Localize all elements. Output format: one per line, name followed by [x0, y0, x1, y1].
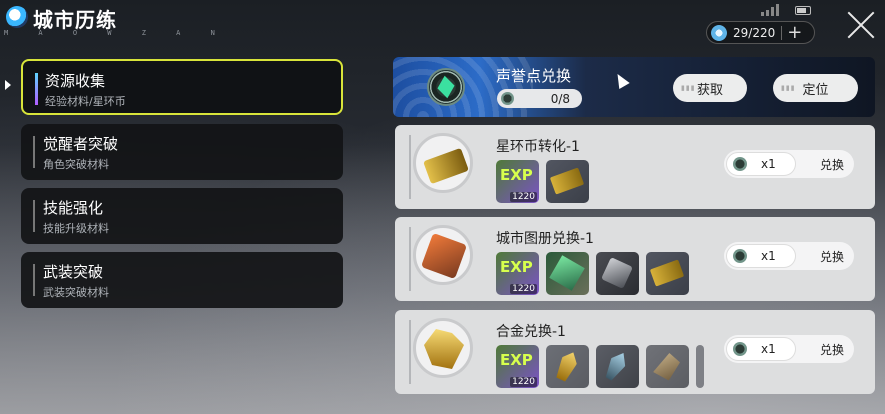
exchange-control: x1 兑换 — [724, 150, 854, 178]
reward-list: 1220 — [496, 252, 689, 295]
reputation-token-icon — [733, 342, 747, 356]
dash-decoration-icon: ▮▮▮ — [681, 84, 696, 92]
add-currency-button[interactable]: + — [787, 23, 802, 42]
exchange-button[interactable]: 兑换 — [820, 248, 844, 265]
sidebar-item-resource[interactable]: 资源收集 经验材料/星环币 — [21, 59, 343, 115]
sidebar-item-label: 技能强化 — [43, 199, 104, 217]
card-divider — [409, 320, 411, 384]
sidebar-item-desc: 技能升级材料 — [43, 222, 109, 235]
tab-indicator — [33, 136, 35, 168]
sidebar-item-armament[interactable]: 武装突破 武装突破材料 — [21, 252, 343, 308]
get-button-label: 获取 — [696, 82, 723, 98]
dark-item-icon[interactable] — [596, 252, 639, 295]
sidebar-item-label: 资源收集 — [45, 72, 106, 90]
exchange-card: 城市图册兑换-1 1220 x1 兑换 — [395, 217, 875, 301]
close-icon[interactable] — [846, 10, 876, 40]
ticket-item-icon[interactable] — [546, 160, 589, 203]
item-frame — [413, 318, 473, 378]
sidebar-item-desc: 角色突破材料 — [43, 158, 109, 171]
locate-button[interactable]: ▮▮▮ 定位 — [773, 74, 858, 102]
battery-icon — [795, 6, 811, 15]
tab-indicator — [33, 200, 35, 232]
exchange-control: x1 兑换 — [724, 335, 854, 363]
map-item-icon[interactable] — [546, 252, 589, 295]
reputation-token-icon — [501, 92, 514, 105]
crystal-coin-icon — [711, 24, 727, 41]
banner-title: 声誉点兑换 — [496, 67, 572, 85]
item-frame — [413, 133, 473, 193]
reputation-count: 0/8 — [497, 89, 582, 108]
item-frame — [413, 225, 473, 285]
cost-box: x1 — [726, 152, 796, 176]
card-title: 星环币转化-1 — [496, 139, 580, 155]
alloy-icon — [424, 329, 464, 369]
exp-item-icon[interactable]: 1220 — [496, 252, 539, 295]
exchange-button[interactable]: 兑换 — [820, 341, 844, 358]
item-quantity: 1220 — [510, 284, 537, 294]
reputation-count-value: 0/8 — [550, 91, 570, 106]
dash-decoration-icon: ▮▮▮ — [781, 84, 796, 92]
page-subtitle: M A O W Z A N — [4, 29, 228, 37]
locate-button-label: 定位 — [802, 82, 829, 98]
more-items-icon[interactable] — [696, 345, 704, 388]
reputation-token-icon — [733, 157, 747, 171]
sidebar-item-label: 武装突破 — [43, 263, 104, 281]
exchange-card: 合金兑换-1 1220 x1 兑换 — [395, 310, 875, 394]
reputation-token-icon — [427, 68, 465, 106]
sidebar-item-skill[interactable]: 技能强化 技能升级材料 — [21, 188, 343, 244]
exp-item-icon[interactable]: 1220 — [496, 345, 539, 388]
cost-value: x1 — [761, 249, 776, 263]
card-divider — [409, 135, 411, 199]
exchange-control: x1 兑换 — [724, 242, 854, 270]
ticket-item-icon[interactable] — [646, 252, 689, 295]
item-quantity: 1220 — [510, 377, 537, 387]
get-button[interactable]: ▮▮▮ 获取 — [673, 74, 747, 102]
signal-icon — [761, 4, 779, 16]
sidebar-item-label: 觉醒者突破 — [43, 135, 119, 153]
exp-item-icon[interactable]: 1220 — [496, 160, 539, 203]
reputation-token-icon — [733, 249, 747, 263]
sidebar-item-awakener[interactable]: 觉醒者突破 角色突破材料 — [21, 124, 343, 180]
star-coin-ticket-icon — [423, 147, 469, 185]
reward-list: 1220 — [496, 345, 704, 388]
tab-indicator — [33, 264, 35, 296]
stone-item-icon[interactable] — [646, 345, 689, 388]
card-title: 城市图册兑换-1 — [496, 231, 594, 247]
sidebar-item-desc: 武装突破材料 — [43, 286, 109, 299]
sidebar-item-desc: 经验材料/星环币 — [45, 95, 126, 108]
city-atlas-icon — [420, 232, 468, 280]
currency-display: 29/220 + — [706, 21, 815, 44]
tab-indicator — [35, 73, 38, 105]
item-quantity: 1220 — [510, 192, 537, 202]
currency-value: 29/220 — [733, 25, 776, 40]
exchange-card: 星环币转化-1 1220 x1 兑换 — [395, 125, 875, 209]
card-divider — [409, 227, 411, 291]
card-title: 合金兑换-1 — [496, 324, 566, 340]
cost-value: x1 — [761, 342, 776, 356]
cost-value: x1 — [761, 157, 776, 171]
cost-box: x1 — [726, 337, 796, 361]
currency-divider — [781, 25, 783, 40]
gold-alloy-item-icon[interactable] — [546, 345, 589, 388]
reward-list: 1220 — [496, 160, 589, 203]
app-logo-icon — [6, 6, 28, 28]
cost-box: x1 — [726, 244, 796, 268]
selected-arrow-icon — [5, 80, 11, 90]
exchange-button[interactable]: 兑换 — [820, 156, 844, 173]
crystal-item-icon[interactable] — [596, 345, 639, 388]
